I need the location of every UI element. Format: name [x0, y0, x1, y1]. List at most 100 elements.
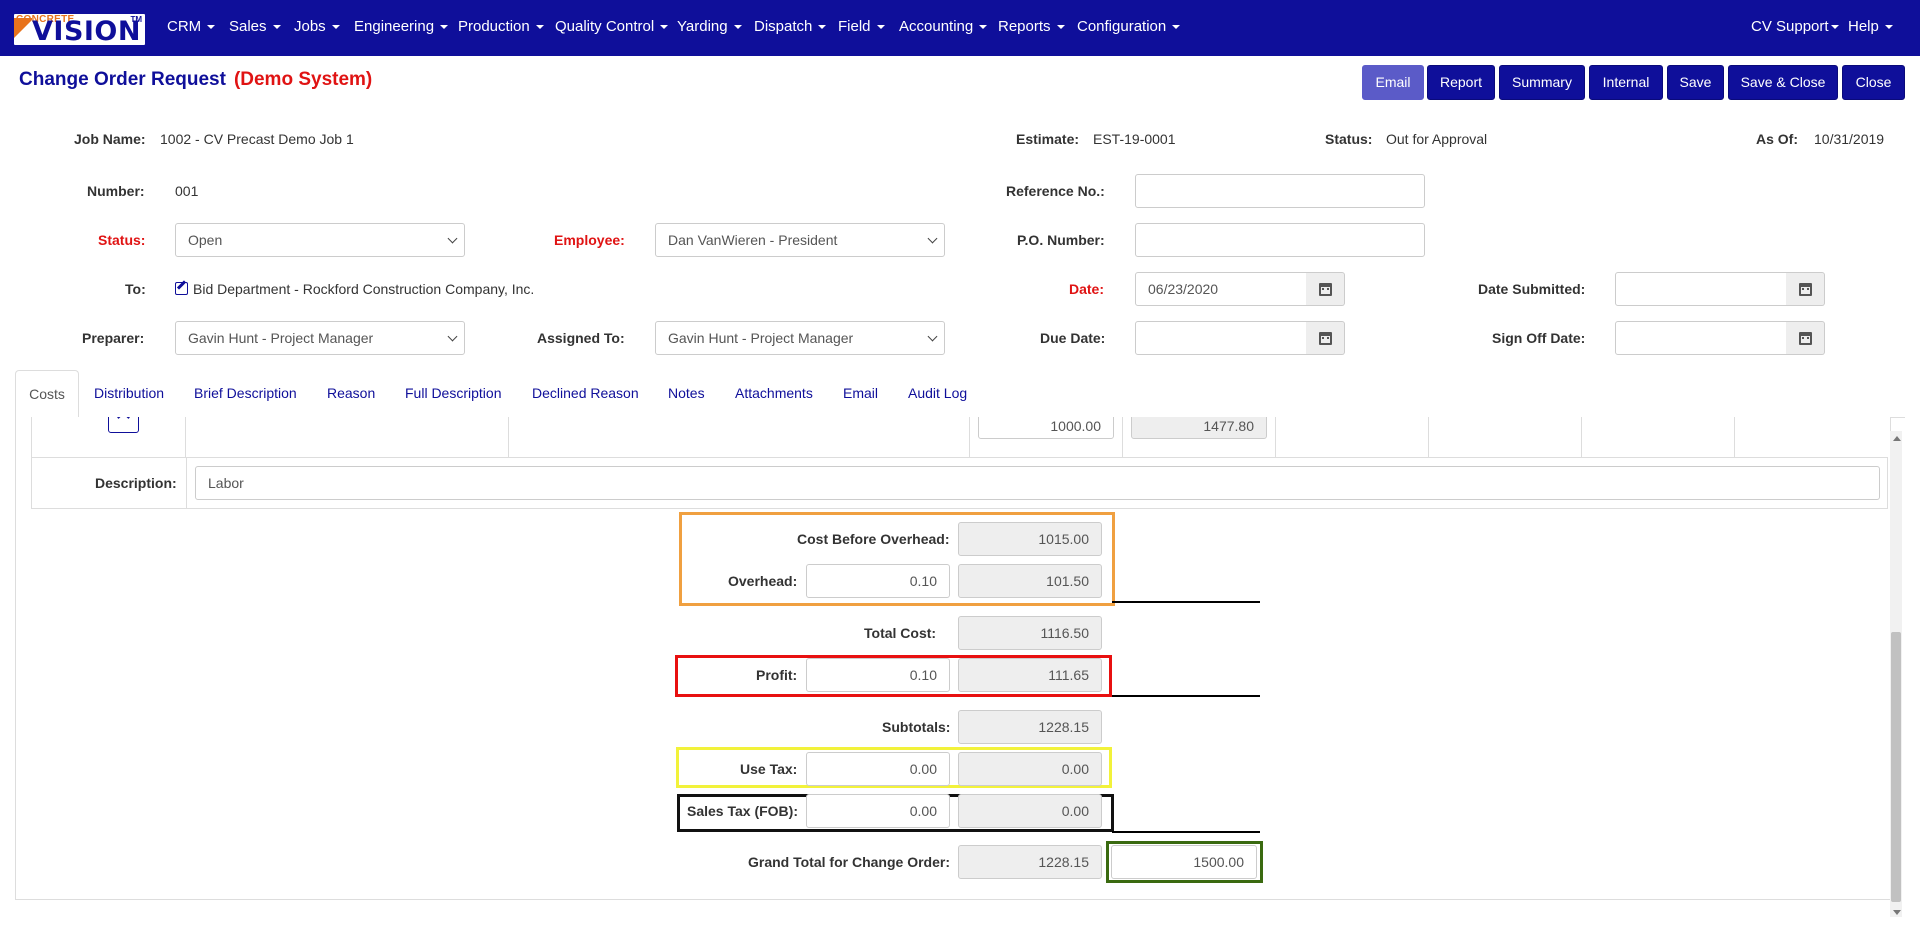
- caret-down-icon: [272, 25, 281, 30]
- description-label: Description:: [95, 475, 177, 491]
- to-value: Bid Department - Rockford Construction C…: [193, 281, 535, 297]
- profit-rate-input[interactable]: 0.10: [806, 658, 950, 692]
- tab-notes[interactable]: Notes: [668, 385, 705, 401]
- nav-reports[interactable]: Reports: [998, 18, 1065, 35]
- profit-amount-field: 111.65: [958, 658, 1102, 692]
- nav-jobs[interactable]: Jobs: [294, 18, 340, 35]
- caret-down-icon: [440, 25, 449, 30]
- date-calendar-button[interactable]: [1306, 272, 1345, 306]
- close-button[interactable]: Close: [1842, 65, 1905, 100]
- preparer-label: Preparer:: [82, 330, 145, 346]
- internal-button[interactable]: Internal: [1589, 65, 1663, 100]
- use-tax-rate-input[interactable]: 0.00: [806, 752, 950, 786]
- line-amount-field: 1477.80: [1131, 417, 1267, 439]
- caret-down-icon: [1056, 25, 1065, 30]
- description-input[interactable]: Labor: [195, 466, 1880, 500]
- tab-declined-reason[interactable]: Declined Reason: [532, 385, 639, 401]
- report-button[interactable]: Report: [1427, 65, 1495, 100]
- calendar-icon: [1319, 332, 1332, 345]
- cost-line-row: 1000.00 1477.80: [31, 417, 1888, 458]
- to-label: To:: [125, 281, 146, 297]
- employee-select[interactable]: Dan VanWieren - President: [655, 223, 945, 257]
- tab-brief-description[interactable]: Brief Description: [194, 385, 297, 401]
- logo-big-text: VISION: [32, 16, 141, 46]
- overhead-separator: [1112, 601, 1260, 603]
- profit-separator: [1112, 695, 1260, 697]
- caret-down-icon: [733, 25, 742, 30]
- caret-down-icon: [818, 25, 827, 30]
- date-submitted-label: Date Submitted:: [1478, 281, 1586, 297]
- nav-production[interactable]: Production: [458, 18, 544, 35]
- scroll-up-icon[interactable]: [1893, 436, 1901, 441]
- tab-email[interactable]: Email: [843, 385, 878, 401]
- grand-total-override-input[interactable]: 1500.00: [1111, 845, 1257, 879]
- employee-label: Employee:: [554, 232, 625, 248]
- scroll-down-icon[interactable]: [1893, 910, 1901, 915]
- nav-configuration[interactable]: Configuration: [1077, 18, 1181, 35]
- date-submitted-calendar-button[interactable]: [1786, 272, 1825, 306]
- due-date-calendar-button[interactable]: [1306, 321, 1345, 355]
- sign-off-date-input[interactable]: [1615, 321, 1787, 355]
- due-date-input[interactable]: [1135, 321, 1307, 355]
- tab-reason[interactable]: Reason: [327, 385, 375, 401]
- total-cost-label: Total Cost:: [864, 625, 937, 641]
- nav-help[interactable]: Help: [1848, 18, 1893, 35]
- caret-down-icon: [979, 25, 988, 30]
- summary-button[interactable]: Summary: [1499, 65, 1585, 100]
- sales-tax-amount-field: 0.00: [958, 794, 1102, 828]
- job-name-label: Job Name:: [74, 131, 146, 147]
- nav-crm[interactable]: CRM: [167, 18, 216, 35]
- overhead-rate-input[interactable]: 0.10: [806, 564, 950, 598]
- tab-full-description[interactable]: Full Description: [405, 385, 501, 401]
- tab-costs[interactable]: Costs: [15, 370, 79, 418]
- nav-engineering[interactable]: Engineering: [354, 18, 449, 35]
- line-quantity-input[interactable]: 1000.00: [978, 417, 1114, 439]
- email-button[interactable]: Email: [1362, 65, 1424, 100]
- page-title: Change Order Request (Demo System): [19, 69, 372, 91]
- job-name-value: 1002 - CV Precast Demo Job 1: [160, 131, 354, 147]
- concrete-vision-logo[interactable]: CONCRETE VISION TM: [14, 14, 145, 45]
- save-and-close-button[interactable]: Save & Close: [1728, 65, 1838, 100]
- assigned-to-select[interactable]: Gavin Hunt - Project Manager: [655, 321, 945, 355]
- overhead-label: Overhead:: [728, 573, 798, 589]
- nav-yarding[interactable]: Yarding: [677, 18, 742, 35]
- po-number-label: P.O. Number:: [1017, 232, 1105, 248]
- page-title-text: Change Order Request: [19, 69, 226, 90]
- po-number-input[interactable]: [1135, 223, 1425, 257]
- tab-audit-log[interactable]: Audit Log: [908, 385, 967, 401]
- reference-input[interactable]: [1135, 174, 1425, 208]
- scrollbar-thumb[interactable]: [1891, 632, 1901, 902]
- status-select[interactable]: Open: [175, 223, 465, 257]
- reference-label: Reference No.:: [1006, 183, 1105, 199]
- preparer-select[interactable]: Gavin Hunt - Project Manager: [175, 321, 465, 355]
- sign-off-calendar-button[interactable]: [1786, 321, 1825, 355]
- nav-sales[interactable]: Sales: [229, 18, 281, 35]
- calendar-icon: [1319, 283, 1332, 296]
- nav-field[interactable]: Field: [838, 18, 885, 35]
- chevron-down-icon: [927, 233, 938, 244]
- caret-down-icon: [1884, 25, 1893, 30]
- collapse-button[interactable]: [108, 417, 139, 433]
- date-submitted-input[interactable]: [1615, 272, 1787, 306]
- cost-before-overhead-label: Cost Before Overhead:: [797, 531, 950, 547]
- status-info-label: Status:: [1325, 131, 1373, 147]
- assigned-to-select-value: Gavin Hunt - Project Manager: [668, 330, 854, 346]
- sales-tax-rate-input[interactable]: 0.00: [806, 794, 950, 828]
- estimate-value: EST-19-0001: [1093, 131, 1176, 147]
- caret-down-icon: [1172, 25, 1181, 30]
- tab-distribution[interactable]: Distribution: [94, 385, 164, 401]
- logo-trademark: TM: [130, 15, 142, 24]
- nav-cv-support[interactable]: CV Support: [1751, 18, 1839, 35]
- chevron-down-icon: [447, 331, 458, 342]
- nav-accounting[interactable]: Accounting: [899, 18, 988, 35]
- grand-total-field: 1228.15: [958, 845, 1102, 879]
- tab-attachments[interactable]: Attachments: [735, 385, 813, 401]
- save-button[interactable]: Save: [1667, 65, 1724, 100]
- nav-dispatch[interactable]: Dispatch: [754, 18, 827, 35]
- nav-quality-control[interactable]: Quality Control: [555, 18, 669, 35]
- line-quantity-value: 1000.00: [1050, 418, 1101, 434]
- sign-off-date-label: Sign Off Date:: [1492, 330, 1586, 346]
- caret-down-icon: [331, 25, 340, 30]
- date-input[interactable]: 06/23/2020: [1135, 272, 1307, 306]
- edit-icon[interactable]: [175, 282, 188, 295]
